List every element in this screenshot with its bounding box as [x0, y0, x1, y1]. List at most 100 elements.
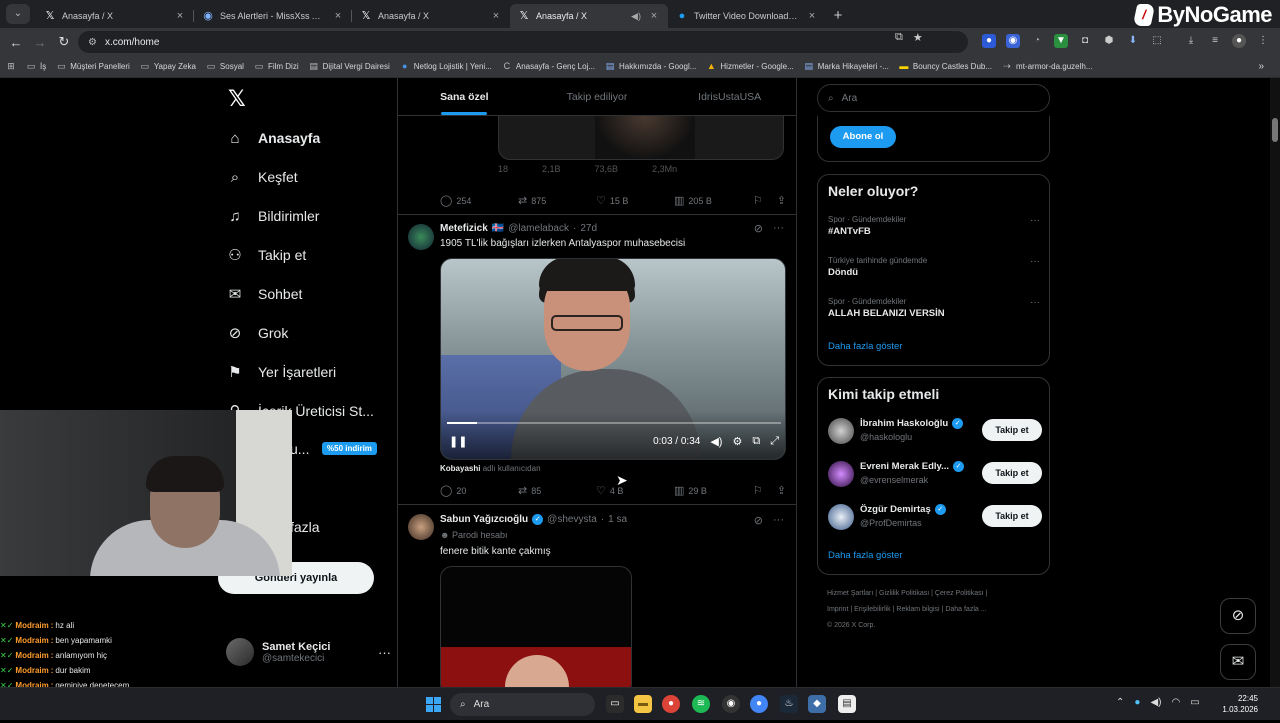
pause-icon[interactable]: ❚❚: [449, 435, 467, 448]
tab-list[interactable]: IdrisUstaUSA: [663, 78, 796, 115]
source-name[interactable]: Kobayashi: [440, 464, 480, 473]
browser-tab-3[interactable]: 𝕏 Anasayfa / X ×: [352, 4, 510, 28]
speaker-icon[interactable]: ◀): [630, 11, 642, 22]
extension-icon[interactable]: ◉: [1006, 34, 1020, 48]
more-icon[interactable]: ···: [773, 222, 784, 235]
reply-button[interactable]: ◯ 20: [440, 484, 518, 497]
like-button[interactable]: ♡ 15 B: [596, 194, 674, 207]
close-icon[interactable]: ×: [490, 10, 502, 22]
tab-following[interactable]: Takip ediliyor: [531, 78, 664, 115]
nav-item-more[interactable]: fazla: [290, 512, 320, 542]
puzzle-icon[interactable]: ⬚: [1150, 34, 1164, 48]
suggested-user[interactable]: İbrahim Haskoloğlu ✓ @haskologlu Takip et: [828, 414, 1042, 448]
tab-search-button[interactable]: ⌄: [6, 4, 30, 24]
video-player[interactable]: ❚❚ 0:03 / 0:34 ◀) ⚙ ⧉ ⤢: [440, 258, 786, 460]
tweet-media[interactable]: [498, 116, 784, 160]
browser-tab-5[interactable]: ● Twitter Video Downloader - Do... ×: [668, 4, 826, 28]
footer-link[interactable]: Daha fazla ...: [945, 606, 986, 613]
extension-icon[interactable]: ●: [982, 34, 996, 48]
bookmark-icon[interactable]: ⚐: [753, 484, 763, 497]
site-info-icon[interactable]: ⚙: [88, 37, 97, 48]
microphone-icon[interactable]: ●: [1134, 697, 1140, 708]
bookmark-link[interactable]: ▤ Marka Hikayeleri -...: [804, 62, 888, 72]
bookmarks-overflow-icon[interactable]: »: [1258, 61, 1264, 72]
volume-icon[interactable]: ◀): [710, 435, 722, 448]
folder-icon[interactable]: ▬: [634, 695, 652, 713]
follow-button[interactable]: Takip et: [982, 462, 1042, 484]
more-icon[interactable]: ···: [378, 645, 391, 660]
bookmark-link[interactable]: ⇢ mt-armor-da.guzelh...: [1002, 62, 1092, 72]
grok-icon[interactable]: ⊘: [754, 514, 763, 527]
more-icon[interactable]: ···: [1030, 297, 1040, 308]
fullscreen-icon[interactable]: ⤢: [770, 435, 779, 448]
bookmark-folder[interactable]: ▭ Film Dizi: [254, 62, 299, 72]
browser-tab-4[interactable]: 𝕏 Anasayfa / X ◀) ×: [510, 4, 668, 28]
bookmark-folder[interactable]: ▭ Yapay Zeka: [140, 62, 196, 72]
file-explorer-icon[interactable]: ▭: [606, 695, 624, 713]
footer-link[interactable]: Erişilebilirlik: [854, 606, 891, 613]
chrome-icon[interactable]: ●: [662, 695, 680, 713]
page-scrollbar[interactable]: [1270, 78, 1280, 687]
avatar[interactable]: [408, 514, 434, 540]
x-logo-icon[interactable]: 𝕏: [228, 86, 246, 112]
nav-item-bookmarks[interactable]: ⚑ Yer İşaretleri: [226, 357, 336, 387]
extension-icon[interactable]: ▼: [1054, 34, 1068, 48]
retweet-button[interactable]: ⇄ 875: [518, 194, 596, 207]
bookmark-link[interactable]: ▤ Dijital Vergi Dairesi: [309, 62, 389, 72]
reload-icon[interactable]: ↻: [52, 34, 76, 50]
trend-item[interactable]: Spor · Gündemdekiler ALLAH BELANIZI VERS…: [828, 297, 1040, 319]
extension-icon[interactable]: ⬢: [1102, 34, 1116, 48]
footer-link[interactable]: Çerez Politikası: [935, 590, 984, 597]
author-handle[interactable]: @shevysta: [547, 514, 597, 525]
bookmark-link[interactable]: C Anasayfa - Genç Loj...: [502, 62, 595, 72]
subscribe-button[interactable]: Abone ol: [830, 126, 896, 148]
menu-icon[interactable]: ⋮: [1256, 34, 1270, 48]
back-icon[interactable]: ←: [4, 35, 28, 50]
nav-item-home[interactable]: ⌂ Anasayfa: [226, 123, 320, 153]
bookmark-folder[interactable]: ▭ İş: [26, 62, 47, 72]
grok-icon[interactable]: ⊘: [754, 222, 763, 235]
playlist-icon[interactable]: ≡: [1208, 34, 1222, 48]
extension-icon[interactable]: ◘: [1078, 34, 1092, 48]
like-button[interactable]: ♡ 4 B: [596, 484, 674, 497]
bookmark-folder[interactable]: ▭ Müşteri Panelleri: [56, 62, 130, 72]
obs-icon[interactable]: ◉: [722, 695, 740, 713]
tweet-media[interactable]: [440, 566, 632, 687]
bookmark-icon[interactable]: ⚐: [753, 194, 763, 207]
messages-fab-button[interactable]: ✉: [1220, 644, 1256, 680]
trend-item[interactable]: Türkiye tarihinde gündemde Döndü ···: [828, 256, 1040, 278]
follow-button[interactable]: Takip et: [982, 419, 1042, 441]
follow-button[interactable]: Takip et: [982, 505, 1042, 527]
speaker-icon[interactable]: ◀): [1150, 697, 1161, 708]
close-icon[interactable]: ×: [806, 10, 818, 22]
app-icon[interactable]: ◆: [808, 695, 826, 713]
more-icon[interactable]: ···: [773, 514, 784, 527]
trend-item[interactable]: Spor · Gündemdekiler #ANTvFB ···: [828, 215, 1040, 237]
pip-icon[interactable]: ⧉: [752, 435, 760, 448]
share-icon[interactable]: ⇪: [777, 194, 786, 207]
views-button[interactable]: ▥ 29 B: [674, 484, 752, 497]
bookmark-link[interactable]: ▲ Hizmetler - Google...: [706, 62, 794, 72]
tab-for-you[interactable]: Sana özel: [398, 78, 531, 115]
video-progress-bar[interactable]: [447, 422, 781, 424]
bookmark-link[interactable]: ● Netlog Lojistik | Yeni...: [400, 62, 492, 72]
taskbar-search[interactable]: ⌕ Ara: [450, 693, 595, 716]
steam-icon[interactable]: ♨: [780, 695, 798, 713]
reply-button[interactable]: ◯ 254: [440, 194, 518, 207]
more-icon[interactable]: ···: [1030, 256, 1040, 267]
retweet-button[interactable]: ⇄ 85: [518, 484, 596, 497]
show-more-link[interactable]: Daha fazla göster: [828, 550, 902, 561]
suggested-user[interactable]: Özgür Demirtaş ✓ @ProfDemirtas Takip et: [828, 500, 1042, 534]
downloads-icon[interactable]: ⤓: [1184, 34, 1198, 48]
nav-item-messages[interactable]: ✉ Sohbet: [226, 279, 303, 309]
footer-link[interactable]: Reklam bilgisi: [896, 606, 939, 613]
nav-item-follow[interactable]: ⚇ Takip et: [226, 240, 306, 270]
extension-icon[interactable]: ◔: [1030, 34, 1044, 48]
extension-icon[interactable]: ⬇: [1126, 34, 1140, 48]
nav-item-explore[interactable]: ⌕ Keşfet: [226, 162, 298, 192]
author-handle[interactable]: @lamelaback: [508, 223, 569, 234]
grok-fab-button[interactable]: ⊘: [1220, 598, 1256, 634]
nav-item-grok[interactable]: ⊘ Grok: [226, 318, 289, 348]
wifi-icon[interactable]: ◠: [1171, 697, 1180, 708]
share-icon[interactable]: ⇪: [777, 484, 786, 497]
